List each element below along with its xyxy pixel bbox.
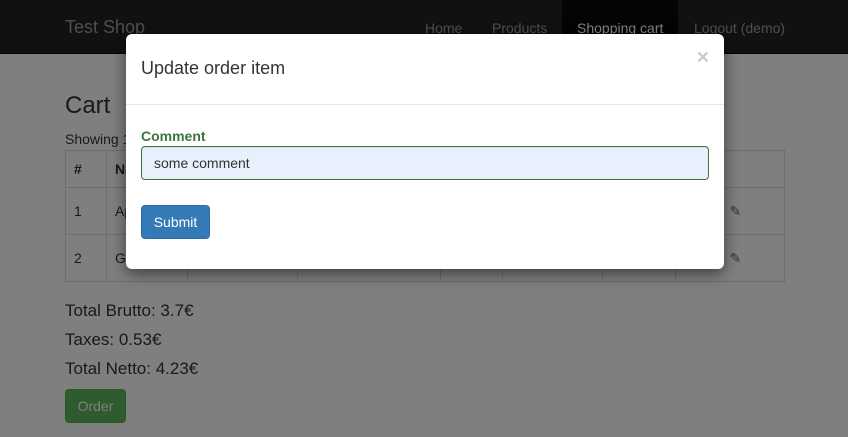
submit-button[interactable]: Submit <box>141 205 210 239</box>
comment-label: Comment <box>141 128 206 144</box>
modal-header: Update order item × <box>126 34 724 105</box>
comment-input[interactable] <box>141 146 709 180</box>
modal-title: Update order item <box>141 58 286 78</box>
close-icon[interactable]: × <box>697 46 709 70</box>
update-order-item-dialog: Update order item × Comment Submit <box>126 34 724 269</box>
